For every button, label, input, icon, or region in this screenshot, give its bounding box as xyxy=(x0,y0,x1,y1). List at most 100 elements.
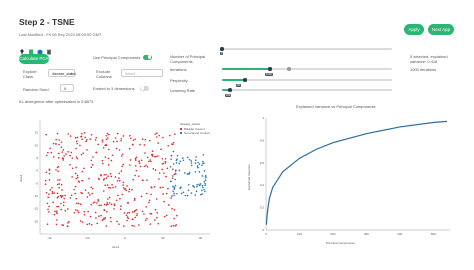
scatter-point-bladder xyxy=(62,149,65,151)
perplexity-slider-handle[interactable] xyxy=(243,78,247,82)
explained-variance-chart: Explained Variance vs Principal Componen… xyxy=(247,104,450,245)
scatter-point-control xyxy=(198,183,200,186)
scatter-point-bladder xyxy=(75,156,78,158)
scatter-point-bladder xyxy=(146,166,149,168)
scatter-point-bladder xyxy=(102,190,105,192)
variance-y-tick-label: 0 xyxy=(262,228,264,232)
scatter-point-bladder xyxy=(159,186,162,189)
scatter-point-bladder xyxy=(69,154,71,157)
scatter-point-bladder xyxy=(138,162,141,165)
scatter-point-bladder xyxy=(76,210,79,212)
scatter-point-bladder xyxy=(86,139,88,141)
scatter-point-bladder xyxy=(51,186,53,189)
scatter-point-bladder xyxy=(122,181,125,184)
scatter-point-bladder xyxy=(111,183,113,186)
embed-3d-toggle[interactable] xyxy=(140,85,149,91)
scatter-point-bladder xyxy=(91,163,94,166)
scatter-point-bladder xyxy=(116,179,119,182)
scatter-point-bladder xyxy=(53,192,55,194)
scatter-point-bladder xyxy=(101,139,104,141)
scatter-point-bladder xyxy=(52,156,55,158)
scatter-point-bladder xyxy=(75,202,78,205)
scatter-point-bladder xyxy=(150,186,153,188)
scatter-point-bladder xyxy=(69,163,71,166)
scatter-point-control xyxy=(172,185,174,188)
learning-rate-slider-track[interactable] xyxy=(222,89,392,91)
scatter-point-bladder xyxy=(79,220,82,222)
scatter-point-bladder xyxy=(97,200,100,202)
scatter-point-bladder xyxy=(156,216,158,219)
learning-rate-slider-handle[interactable] xyxy=(228,88,232,92)
toolbar-icons xyxy=(19,42,52,55)
scatter-point-bladder xyxy=(163,172,165,174)
scatter-point-control xyxy=(188,171,191,174)
scatter-point-control xyxy=(186,156,189,159)
scatter-point-bladder xyxy=(87,192,90,194)
random-seed-input[interactable]: 0 xyxy=(60,84,74,92)
scatter-point-bladder xyxy=(67,133,69,135)
scatter-point-control xyxy=(201,184,204,187)
scatter-point-bladder xyxy=(104,184,107,187)
scatter-point-bladder xyxy=(154,133,157,135)
scatter-point-bladder xyxy=(136,214,138,217)
scatter-point-bladder xyxy=(56,210,58,212)
scatter-point-control xyxy=(175,169,177,172)
scatter-point-bladder xyxy=(59,194,62,197)
scatter-point-bladder xyxy=(86,149,88,151)
scatter-point-bladder xyxy=(46,223,49,226)
num-pc-slider-track[interactable] xyxy=(222,48,392,50)
scatter-x-tick-label: 40 xyxy=(199,236,203,240)
scatter-point-bladder xyxy=(110,175,113,178)
scatter-point-bladder xyxy=(80,135,83,138)
scatter-point-control xyxy=(201,164,203,167)
scatter-point-bladder xyxy=(60,196,63,199)
scatter-point-control xyxy=(173,188,175,190)
num-pc-slider-handle[interactable] xyxy=(220,47,224,51)
scatter-point-bladder xyxy=(115,199,118,202)
explore-class-select[interactable]: disease_status ▾ xyxy=(48,69,76,77)
tsne-scatter-chart: 15 10 5 0 -5 -10 -15 -20 -40 -20 0 20 40 tsne1 tsne… xyxy=(19,120,210,249)
scatter-point-bladder xyxy=(51,191,54,193)
iterations-slider-max[interactable] xyxy=(287,67,291,71)
scatter-point-bladder xyxy=(132,178,134,181)
exclude-columns-select[interactable]: Select... xyxy=(121,69,163,77)
iterations-slider-handle[interactable] xyxy=(268,67,272,71)
perplexity-slider-track[interactable] xyxy=(222,79,392,81)
next-app-button[interactable]: Next App xyxy=(428,24,454,35)
scatter-point-bladder xyxy=(120,137,123,140)
scatter-point-bladder xyxy=(151,155,154,157)
scatter-point-bladder xyxy=(150,160,152,163)
variance-x-label: Principal components xyxy=(326,241,355,245)
variance-point xyxy=(282,171,284,173)
use-pca-toggle[interactable] xyxy=(143,54,152,60)
scatter-point-bladder xyxy=(115,147,118,150)
scatter-point-bladder xyxy=(83,214,86,216)
scatter-point-bladder xyxy=(100,204,102,207)
scatter-point-control xyxy=(178,169,181,172)
scatter-point-bladder xyxy=(113,203,116,205)
file-icon[interactable] xyxy=(28,42,34,55)
legend-marker-bladder xyxy=(179,127,183,131)
variance-point xyxy=(298,157,300,159)
scatter-point-bladder xyxy=(126,216,129,218)
scatter-point-control xyxy=(170,154,173,157)
scatter-point-bladder xyxy=(108,196,111,199)
apply-button[interactable]: Apply xyxy=(404,24,424,35)
scatter-point-bladder xyxy=(48,179,51,181)
scatter-point-bladder xyxy=(116,220,118,223)
scatter-point-bladder xyxy=(55,223,58,226)
scatter-point-bladder xyxy=(56,132,59,135)
scatter-point-bladder xyxy=(71,157,74,159)
pin-icon[interactable] xyxy=(19,42,25,55)
scatter-point-bladder xyxy=(126,185,128,187)
delete-icon[interactable] xyxy=(46,42,52,55)
scatter-point-bladder xyxy=(120,205,122,208)
cube-icon[interactable] xyxy=(37,42,43,55)
scatter-point-control xyxy=(196,165,199,167)
calculate-pca-button[interactable]: Calculate PCA xyxy=(19,54,49,64)
scatter-point-bladder xyxy=(121,165,124,168)
scatter-point-bladder xyxy=(140,159,143,162)
scatter-point-bladder xyxy=(45,171,48,174)
scatter-point-bladder xyxy=(111,154,114,157)
scatter-point-control xyxy=(203,162,205,164)
